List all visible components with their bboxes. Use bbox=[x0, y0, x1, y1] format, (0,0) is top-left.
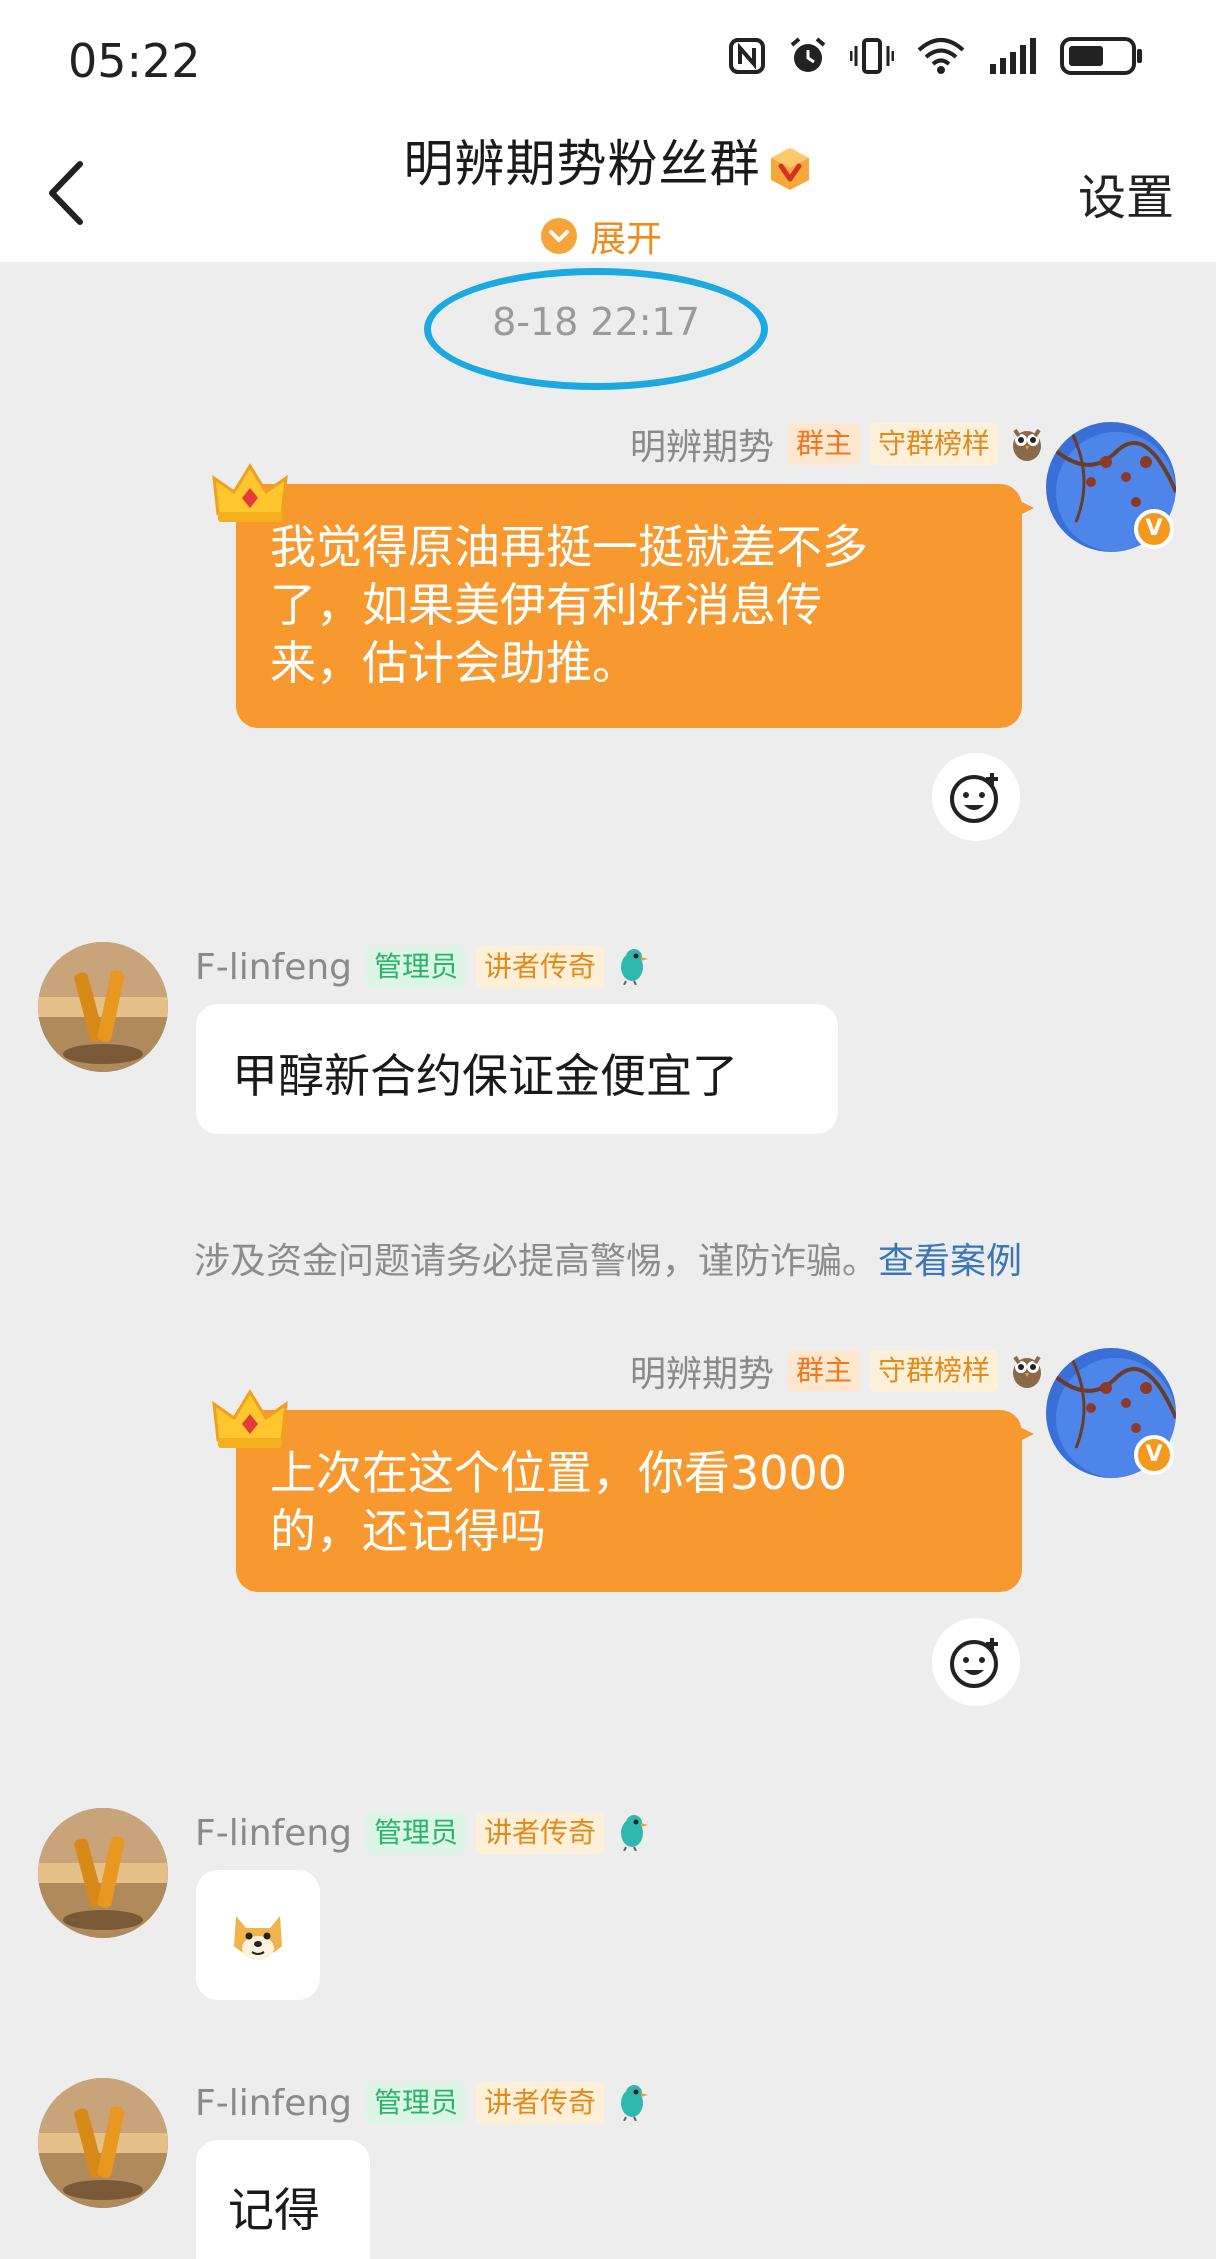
page-title: 明辨期势粉丝群 bbox=[403, 135, 761, 193]
message-line: 来，估计会助推。 bbox=[270, 636, 638, 690]
sender-row: F-linfeng 管理员 讲者传奇 bbox=[195, 2081, 650, 2125]
battery-icon bbox=[1060, 36, 1144, 76]
vibrate-icon bbox=[850, 36, 894, 76]
chat-header: 明辨期势粉丝群 展开 设置 bbox=[0, 118, 1216, 262]
nfc-icon bbox=[728, 37, 766, 75]
bird-badge-icon bbox=[614, 945, 650, 989]
bird-badge-icon bbox=[614, 2081, 650, 2125]
fraud-notice: 涉及资金问题请务必提高警惕，谨防诈骗。查看案例 bbox=[0, 1232, 1216, 1284]
admin-tag: 管理员 bbox=[366, 1812, 467, 1854]
sender-name[interactable]: F-linfeng bbox=[195, 1813, 352, 1854]
status-bar: 05:22 bbox=[0, 0, 1216, 118]
status-icons bbox=[728, 36, 1144, 76]
message-text: 甲醇新合约保证金便宜了 bbox=[232, 1049, 738, 1103]
message-bubble[interactable]: 甲醇新合约保证金便宜了 bbox=[196, 1004, 838, 1134]
expand-button[interactable]: 展开 bbox=[540, 210, 662, 262]
message-bubble[interactable]: 上次在这个位置，你看3000 的，还记得吗 bbox=[236, 1410, 1034, 1592]
verified-v-icon: V bbox=[1134, 509, 1174, 549]
sender-row: 明辨期势 群主 守群榜样 bbox=[630, 418, 1046, 470]
notice-text: 涉及资金问题请务必提高警惕，谨防诈骗。 bbox=[193, 1241, 878, 1282]
owl-badge-icon bbox=[1008, 1349, 1046, 1393]
verified-group-icon bbox=[767, 146, 813, 196]
message-line: 上次在这个位置，你看3000 bbox=[270, 1446, 848, 1500]
owner-tag: 群主 bbox=[787, 423, 860, 465]
expand-label: 展开 bbox=[590, 219, 663, 260]
add-reaction-button[interactable] bbox=[932, 1618, 1020, 1706]
verified-v-icon: V bbox=[1134, 1435, 1174, 1475]
sender-name[interactable]: F-linfeng bbox=[195, 947, 352, 988]
bubble-tail bbox=[1014, 1424, 1034, 1444]
emoji-add-icon bbox=[950, 773, 998, 823]
avatar-flinfeng[interactable] bbox=[38, 1808, 168, 1938]
avatar-flinfeng[interactable] bbox=[38, 2078, 168, 2208]
role-tag: 讲者传奇 bbox=[476, 2082, 605, 2124]
sender-name[interactable]: 明辨期势 bbox=[630, 418, 774, 470]
sender-name[interactable]: F-linfeng bbox=[195, 2083, 352, 2124]
owl-badge-icon bbox=[1008, 422, 1046, 466]
message-bubble[interactable]: 记得 bbox=[196, 2140, 370, 2259]
message-line: 我觉得原油再挺一挺就差不多 bbox=[270, 520, 868, 574]
message-line: 的，还记得吗 bbox=[270, 1504, 546, 1558]
role-tag: 讲者传奇 bbox=[476, 1812, 605, 1854]
bird-badge-icon bbox=[614, 1811, 650, 1855]
expand-chevron-icon bbox=[541, 218, 577, 254]
message-bubble[interactable]: 我觉得原油再挺一挺就差不多 了，如果美伊有利好消息传 来，估计会助推。 bbox=[236, 484, 1034, 728]
avatar-flinfeng[interactable] bbox=[38, 942, 168, 1072]
emoji-bubble[interactable] bbox=[196, 1870, 320, 2000]
sender-row: 明辨期势 群主 守群榜样 bbox=[630, 1345, 1046, 1397]
message-line: 了，如果美伊有利好消息传 bbox=[270, 578, 822, 632]
admin-tag: 管理员 bbox=[366, 2082, 467, 2124]
sender-row: F-linfeng 管理员 讲者传奇 bbox=[195, 1811, 650, 1855]
signal-icon bbox=[988, 38, 1038, 74]
crown-icon bbox=[212, 1388, 288, 1454]
doge-emoji-icon bbox=[234, 1916, 282, 1960]
role-tag: 守群榜样 bbox=[869, 423, 998, 465]
role-tag: 讲者传奇 bbox=[476, 946, 605, 988]
title-row: 明辨期势粉丝群 bbox=[0, 124, 1216, 202]
alarm-icon bbox=[788, 36, 828, 76]
bubble-tail bbox=[1014, 498, 1034, 518]
message-text: 记得 bbox=[228, 2183, 320, 2237]
settings-button[interactable]: 设置 bbox=[1078, 158, 1174, 228]
role-tag: 守群榜样 bbox=[869, 1350, 998, 1392]
emoji-add-icon bbox=[950, 1638, 998, 1688]
view-cases-link[interactable]: 查看案例 bbox=[878, 1241, 1022, 1282]
status-time: 05:22 bbox=[68, 34, 201, 88]
admin-tag: 管理员 bbox=[366, 946, 467, 988]
sender-row: F-linfeng 管理员 讲者传奇 bbox=[195, 945, 650, 989]
wifi-icon bbox=[916, 36, 966, 76]
sender-name[interactable]: 明辨期势 bbox=[630, 1345, 774, 1397]
message-timestamp: 8-18 22:17 bbox=[492, 300, 700, 344]
owner-tag: 群主 bbox=[787, 1350, 860, 1392]
add-reaction-button[interactable] bbox=[932, 753, 1020, 841]
crown-icon bbox=[212, 462, 288, 528]
